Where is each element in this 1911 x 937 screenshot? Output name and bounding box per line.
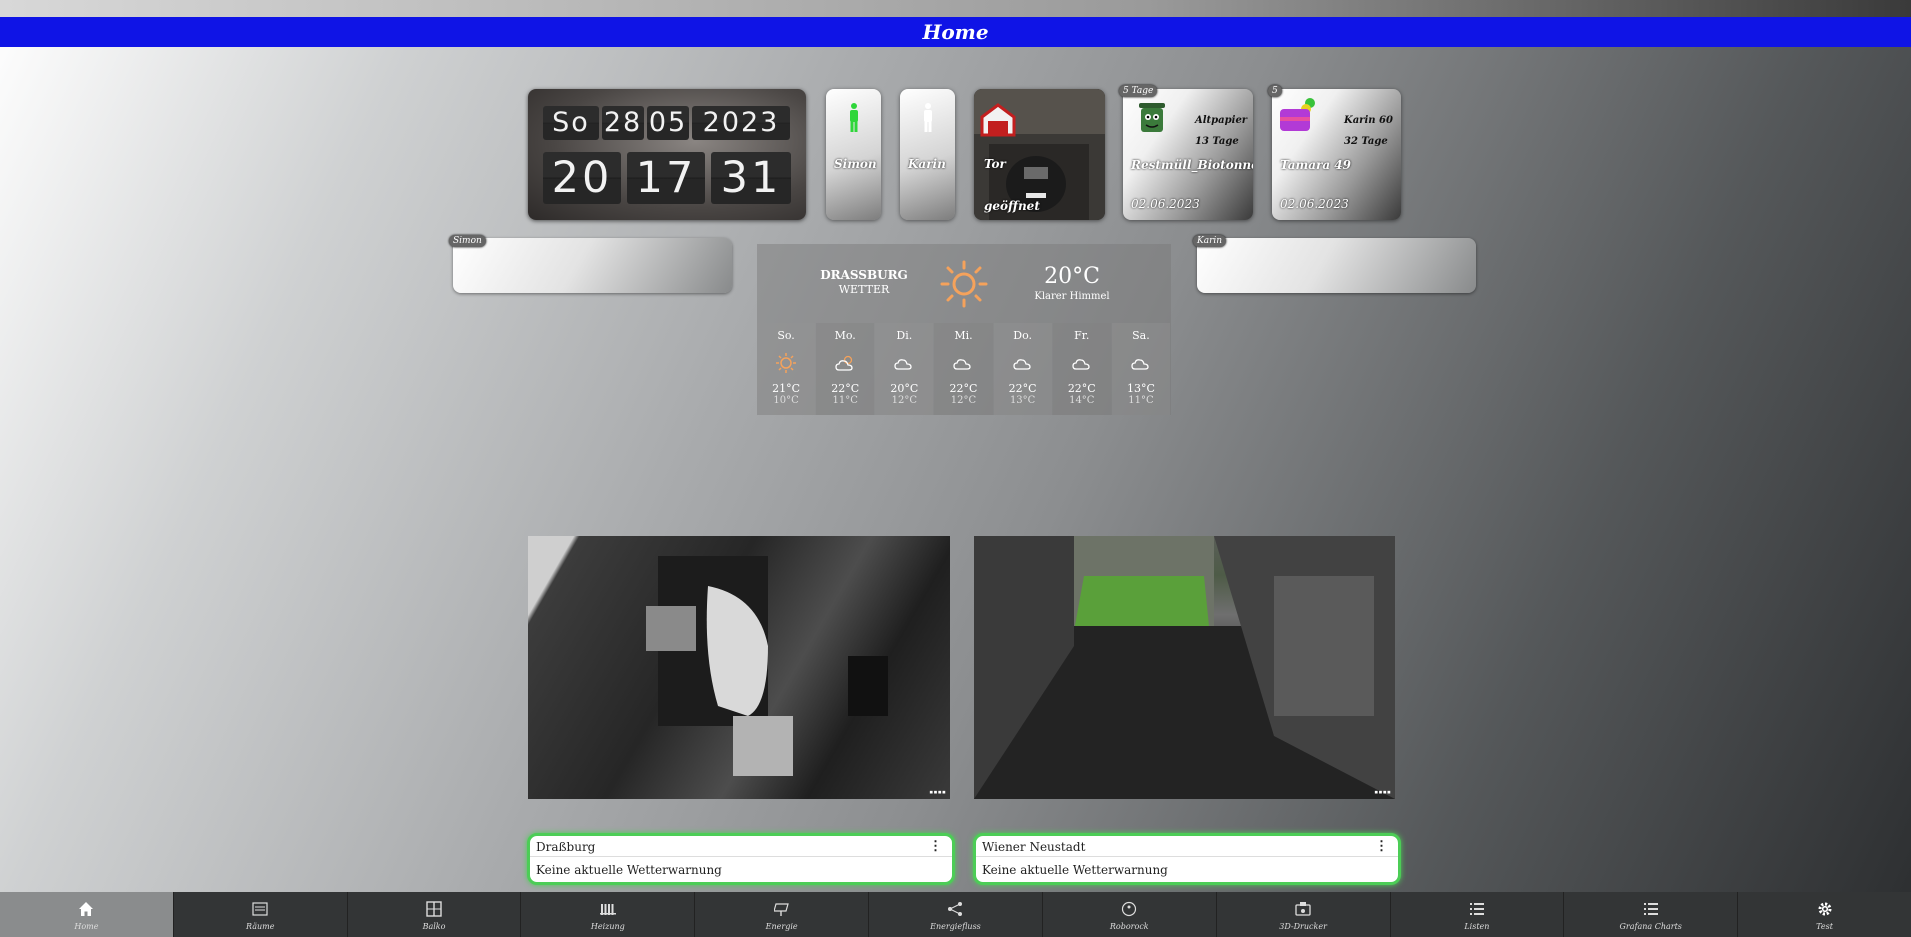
birthday-days: 32 Tage [1344, 136, 1388, 147]
trash-type: Altpapier [1195, 115, 1248, 126]
simon-badge: Simon [449, 235, 486, 247]
weather-widget: DRASSBURG WETTER 20°C Klarer Himmel So. … [757, 244, 1171, 415]
nav-home[interactable]: Home [0, 892, 174, 937]
garage-door-tile[interactable]: Tor geöffnet [974, 89, 1105, 220]
forecast-day: Mo. 22°C 11°C [816, 323, 875, 415]
birthday-name-2: Tamara 49 [1280, 158, 1352, 172]
trash-tile[interactable]: Altpapier 13 Tage Restmüll_Biotonne 02.0… [1123, 89, 1253, 220]
simon-tile[interactable] [453, 238, 732, 293]
nav-test[interactable]: Test [1738, 892, 1911, 937]
nav-energie[interactable]: Energie [695, 892, 870, 937]
printer-icon [1295, 902, 1311, 916]
sun-icon [776, 353, 797, 373]
forecast-day: Do. 22°C 13°C [993, 323, 1052, 415]
weather-city: DRASSBURG [820, 268, 908, 282]
birthday-cake-icon [1280, 98, 1315, 131]
nav-grafana-charts[interactable]: Grafana Charts [1564, 892, 1739, 937]
presence-tile-simon[interactable]: Simon [826, 89, 881, 220]
bottom-nav: Home Räume Balko Heizung Energie Energie… [0, 892, 1911, 937]
weather-warning-card-2[interactable]: Wiener Neustadt ⋮ Keine aktuelle Wetterw… [973, 833, 1401, 885]
nav-raeume[interactable]: Räume [174, 892, 348, 937]
trash-bin-icon [1139, 103, 1165, 132]
nav-heizung[interactable]: Heizung [521, 892, 696, 937]
flip-clock: So 28 05 2023 20 17 31 [528, 89, 806, 220]
birthday-date: 02.06.2023 [1280, 197, 1349, 211]
radiator-icon [599, 904, 616, 915]
garage-label: Tor [984, 157, 1006, 171]
camera-feed-2[interactable]: ▪▪▪▪ [974, 536, 1395, 799]
cloud-icon [1131, 359, 1149, 370]
more-menu-icon[interactable]: ⋮ [1375, 839, 1388, 854]
trash-name: Restmüll_Biotonne [1131, 158, 1253, 172]
forecast-day: Sa. 13°C 11°C [1111, 323, 1170, 415]
nav-listen[interactable]: Listen [1391, 892, 1565, 937]
warning-message: Keine aktuelle Wetterwarnung [982, 863, 1168, 877]
warning-city: Wiener Neustadt [982, 840, 1086, 854]
robot-icon [1122, 901, 1137, 917]
warning-message: Keine aktuelle Wetterwarnung [536, 863, 722, 877]
weather-warning-card-1[interactable]: Draßburg ⋮ Keine aktuelle Wetterwarnung [527, 833, 955, 885]
solar-icon [773, 903, 789, 916]
forecast-day: Fr. 22°C 14°C [1052, 323, 1111, 415]
presence-tile-karin[interactable]: Karin [900, 89, 955, 220]
clock-weekday: So [543, 106, 599, 140]
person-icon [923, 103, 932, 132]
birthday-tile[interactable]: Karin 60 32 Tage Tamara 49 02.06.2023 [1272, 89, 1401, 220]
cloud-icon [1012, 359, 1031, 370]
nav-energiefluss[interactable]: Energiefluss [869, 892, 1043, 937]
cloud-icon [1072, 359, 1090, 370]
birthday-name-1: Karin 60 [1344, 115, 1393, 126]
camera-timestamp: ▪▪▪▪ [929, 788, 946, 796]
clock-minute: 17 [627, 152, 705, 204]
cloud-icon [953, 359, 972, 370]
garage-status: geöffnet [984, 199, 1040, 213]
gear-icon [1818, 902, 1832, 916]
camera-image [974, 536, 1395, 799]
camera-image [646, 556, 888, 776]
trash-days: 13 Tage [1195, 136, 1239, 147]
window-icon [426, 901, 442, 917]
divider [976, 856, 1398, 857]
forecast-day: Di. 20°C 12°C [875, 323, 934, 415]
page-title: Home [0, 17, 1911, 47]
more-menu-icon[interactable]: ⋮ [929, 839, 942, 854]
person-icon [849, 103, 858, 132]
camera-timestamp: ▪▪▪▪ [1374, 788, 1391, 796]
divider [530, 856, 952, 857]
rooms-icon [252, 902, 268, 916]
trash-date: 02.06.2023 [1131, 197, 1200, 211]
weather-temp: 20°C [1044, 264, 1100, 289]
camera-feed-1[interactable]: ▪▪▪▪ [528, 536, 950, 799]
sun-icon [940, 260, 988, 308]
warning-city: Draßburg [536, 840, 596, 854]
forecast-day: So. 21°C 10°C [757, 323, 816, 415]
flow-icon [948, 902, 963, 916]
partly-cloudy-icon [835, 355, 853, 371]
nav-roborock[interactable]: Roborock [1043, 892, 1217, 937]
clock-second: 31 [711, 152, 791, 204]
forecast-day: Mi. 22°C 12°C [934, 323, 993, 415]
list-icon [1469, 903, 1484, 915]
weather-desc: Klarer Himmel [1034, 291, 1110, 302]
trash-badge: 5 Tage [1119, 85, 1158, 97]
forecast-row: So. 21°C 10°C Mo. 22°C 11°C Di. 20°C 12°… [757, 323, 1171, 415]
karin-tile[interactable] [1197, 238, 1476, 293]
presence-name: Karin [908, 157, 946, 171]
weather-subtitle: WETTER [838, 283, 890, 296]
presence-name: Simon [834, 157, 877, 171]
birthday-badge: 5 [1268, 85, 1282, 97]
clock-month: 05 [647, 106, 689, 140]
nav-3d-drucker[interactable]: 3D-Drucker [1217, 892, 1391, 937]
list-icon [1643, 903, 1658, 915]
karin-badge: Karin [1193, 235, 1227, 247]
clock-day: 28 [602, 106, 644, 140]
home-icon [79, 902, 94, 916]
clock-year: 2023 [692, 106, 790, 140]
top-strip [0, 0, 1911, 17]
cloud-icon [894, 359, 912, 370]
nav-balko[interactable]: Balko [348, 892, 522, 937]
clock-hour: 20 [543, 152, 621, 204]
